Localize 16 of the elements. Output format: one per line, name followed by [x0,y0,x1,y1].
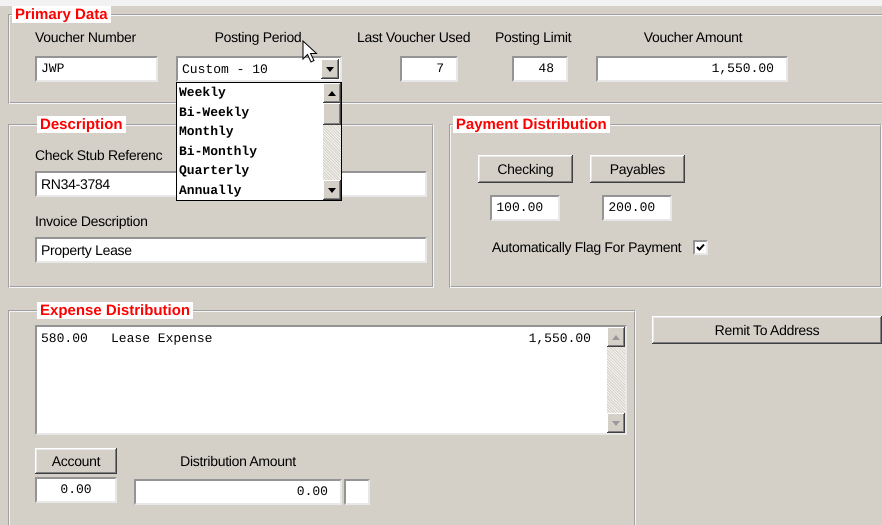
field-label: Posting Limit [495,29,572,46]
expense-amount: 1,550.00 [528,331,592,346]
group-title: Payment Distribution [452,116,610,133]
group-title: Primary Data [12,6,111,23]
field-label: Posting Period [214,29,302,46]
field-label: Check Stub Referenc [35,147,162,164]
field-label: Last Voucher Used [357,29,472,46]
expense-description: Lease Expense [111,331,214,346]
field-label: Invoice Description [35,213,148,230]
checkbox-label: Automatically Flag For Payment [492,239,682,256]
field-label: Distribution Amount [179,453,297,470]
field-label: Voucher Amount [642,29,744,46]
group-title: Description [37,116,126,133]
account-number: 580.00 [41,331,89,346]
field-label: Voucher Number [35,29,137,46]
group-title: Expense Distribution [37,302,194,319]
